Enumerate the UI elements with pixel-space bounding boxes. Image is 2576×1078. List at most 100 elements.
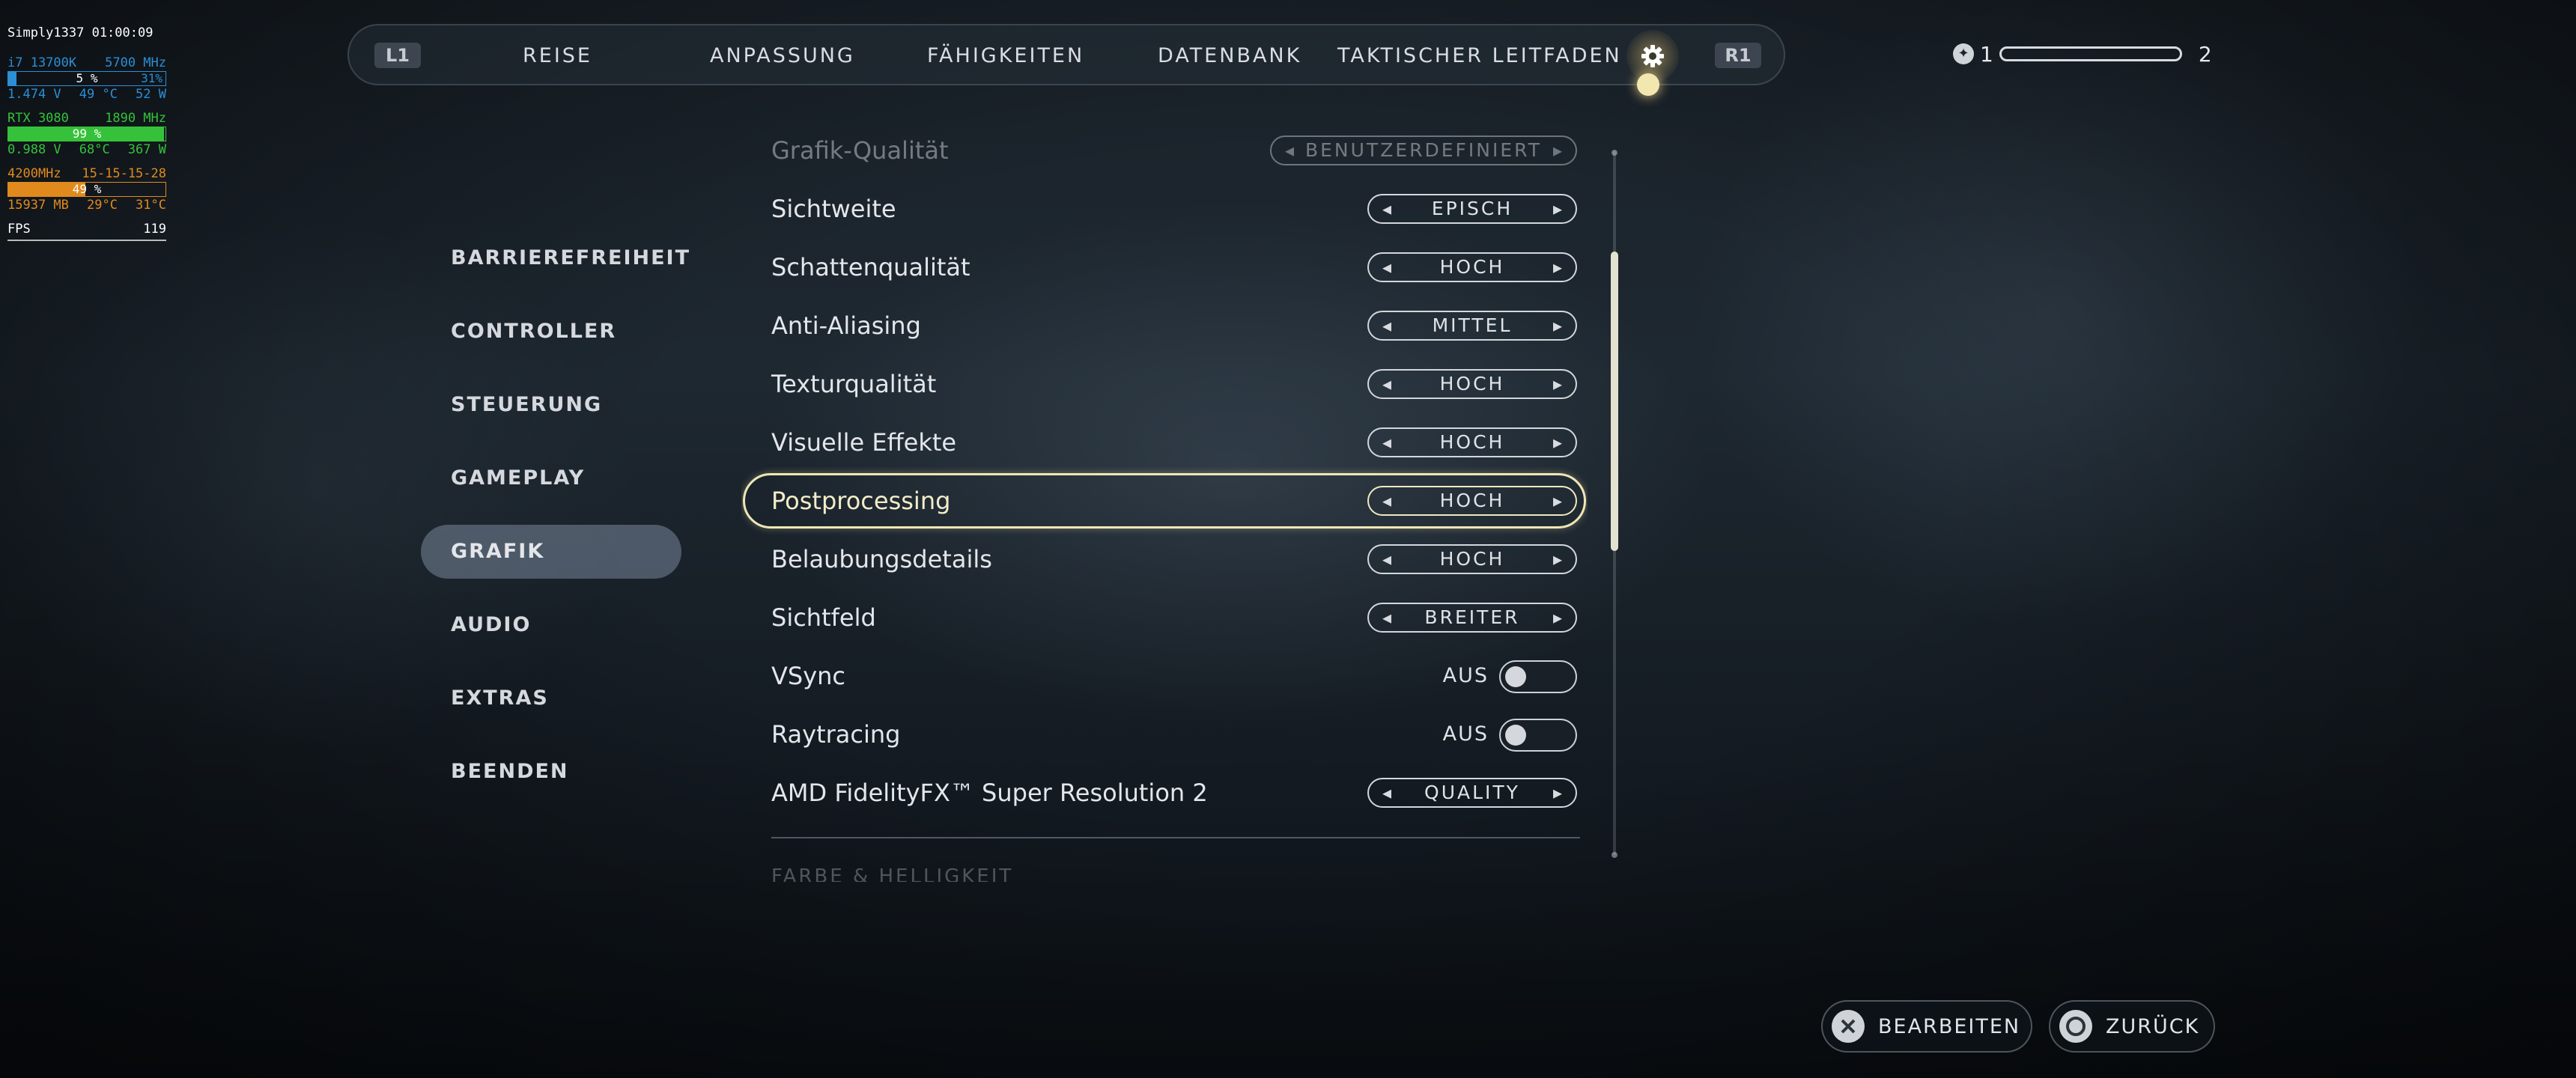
setting-selector[interactable]: ◂ BREITER ▸ xyxy=(1367,603,1577,633)
setting-row-grafik-qualitaet[interactable]: Grafik-Qualität ◂ BENUTZERDEFINIERT ▸ xyxy=(741,126,1588,180)
category-grafik[interactable]: GRAFIK xyxy=(421,525,681,579)
setting-value: HOCH xyxy=(1439,256,1505,278)
arrow-right-icon[interactable]: ▸ xyxy=(1543,546,1573,573)
setting-selector[interactable]: ◂ QUALITY ▸ xyxy=(1367,778,1577,808)
setting-label: Postprocessing xyxy=(771,487,951,515)
setting-row-anti-aliasing[interactable]: Anti-Aliasing ◂ MITTEL ▸ xyxy=(741,296,1588,355)
category-steuerung[interactable]: STEUERUNG xyxy=(421,368,681,442)
tab-taktischer-leitfaden[interactable]: TAKTISCHER LEITFADEN xyxy=(1337,25,1622,87)
setting-row-schattenqualitaet[interactable]: Schattenqualität ◂ HOCH ▸ xyxy=(741,238,1588,296)
edit-button[interactable]: BEARBEITEN xyxy=(1821,1000,2032,1053)
setting-label: VSync xyxy=(771,662,846,690)
arrow-left-icon[interactable]: ◂ xyxy=(1372,429,1402,456)
category-gameplay[interactable]: GAMEPLAY xyxy=(421,442,681,515)
setting-row-belaubungsdetails[interactable]: Belaubungsdetails ◂ HOCH ▸ xyxy=(741,530,1588,588)
hud-fps-row: FPS 119 xyxy=(7,222,166,237)
tab-reise[interactable]: REISE xyxy=(523,25,592,87)
next-section-heading: FARBE & HELLIGKEIT xyxy=(771,865,1014,882)
setting-row-sichtweite[interactable]: Sichtweite ◂ EPISCH ▸ xyxy=(741,180,1588,238)
category-controller[interactable]: CONTROLLER xyxy=(421,295,681,368)
scrollbar-bottom-dot xyxy=(1611,852,1617,858)
setting-row-raytracing[interactable]: Raytracing AUS xyxy=(741,705,1588,764)
arrow-left-icon[interactable]: ◂ xyxy=(1372,487,1402,514)
setting-label: Grafik-Qualität xyxy=(771,136,949,165)
setting-value: MITTEL xyxy=(1432,314,1513,336)
setting-row-texturqualitaet[interactable]: Texturqualität ◂ HOCH ▸ xyxy=(741,355,1588,413)
setting-row-sichtfeld[interactable]: Sichtfeld ◂ BREITER ▸ xyxy=(741,588,1588,647)
vsync-toggle[interactable] xyxy=(1499,660,1577,693)
hud-cpu-power-pct: 31% xyxy=(141,71,162,85)
setting-row-fsr2[interactable]: AMD FidelityFX™ Super Resolution 2 ◂ QUA… xyxy=(741,764,1588,822)
r1-shoulder-button[interactable]: R1 xyxy=(1715,43,1761,68)
hud-ram-size: 15937 MB xyxy=(7,198,69,213)
setting-value: BENUTZERDEFINIERT xyxy=(1304,139,1542,161)
setting-selector[interactable]: ◂ HOCH ▸ xyxy=(1367,486,1577,516)
setting-row-vsync[interactable]: VSync AUS xyxy=(741,647,1588,705)
l1-shoulder-button[interactable]: L1 xyxy=(374,43,421,68)
setting-value: HOCH xyxy=(1439,490,1505,511)
setting-selector[interactable]: ◂ MITTEL ▸ xyxy=(1367,311,1577,341)
hud-gpu-voltage: 0.988 V xyxy=(7,142,61,157)
setting-selector[interactable]: ◂ HOCH ▸ xyxy=(1367,369,1577,399)
setting-value: QUALITY xyxy=(1424,782,1520,803)
tab-faehigkeiten[interactable]: FÄHIGKEITEN xyxy=(927,25,1084,87)
setting-value: EPISCH xyxy=(1431,198,1513,219)
hud-fps-value: 119 xyxy=(143,222,166,237)
arrow-right-icon[interactable]: ▸ xyxy=(1543,312,1573,339)
arrow-left-icon[interactable]: ◂ xyxy=(1372,195,1402,222)
setting-selector[interactable]: ◂ BENUTZERDEFINIERT ▸ xyxy=(1270,135,1577,165)
setting-selector[interactable]: ◂ HOCH ▸ xyxy=(1367,252,1577,282)
tab-datenbank[interactable]: DATENBANK xyxy=(1158,25,1301,87)
arrow-right-icon[interactable]: ▸ xyxy=(1543,254,1573,281)
arrow-right-icon[interactable]: ▸ xyxy=(1543,137,1573,164)
arrow-left-icon[interactable]: ◂ xyxy=(1372,312,1402,339)
hud-ram-speed: 4200MHz xyxy=(7,166,61,181)
arrow-left-icon[interactable]: ◂ xyxy=(1372,254,1402,281)
hud-gpu-clock: 1890 MHz xyxy=(105,111,166,126)
setting-selector[interactable]: ◂ HOCH ▸ xyxy=(1367,544,1577,574)
hud-gpu-temp: 68°C xyxy=(79,142,110,157)
raytracing-toggle[interactable] xyxy=(1499,719,1577,752)
level-next: 2 xyxy=(2198,41,2212,67)
arrow-left-icon[interactable]: ◂ xyxy=(1372,371,1402,398)
arrow-right-icon[interactable]: ▸ xyxy=(1543,429,1573,456)
setting-selector[interactable]: ◂ EPISCH ▸ xyxy=(1367,194,1577,224)
hud-cpu-watts: 52 W xyxy=(136,87,166,102)
arrow-right-icon[interactable]: ▸ xyxy=(1543,371,1573,398)
arrow-right-icon[interactable]: ▸ xyxy=(1543,195,1573,222)
hud-cpu-bar: 5 % 31% xyxy=(7,71,166,86)
setting-row-postprocessing[interactable]: Postprocessing ◂ HOCH ▸ xyxy=(741,472,1588,530)
arrow-right-icon[interactable]: ▸ xyxy=(1543,487,1573,514)
setting-label: Texturqualität xyxy=(771,370,937,398)
tab-anpassung[interactable]: ANPASSUNG xyxy=(710,25,855,87)
edit-label: BEARBEITEN xyxy=(1878,1014,2021,1038)
setting-row-visuelle-effekte[interactable]: Visuelle Effekte ◂ HOCH ▸ xyxy=(741,413,1588,472)
hud-cpu-stats: 1.474 V 49 °C 52 W xyxy=(7,87,166,102)
hud-gpu-name: RTX 3080 xyxy=(7,111,69,126)
category-beenden[interactable]: BEENDEN xyxy=(421,735,681,808)
hud-cpu-voltage: 1.474 V xyxy=(7,87,61,102)
setting-value: HOCH xyxy=(1439,548,1505,570)
setting-value: HOCH xyxy=(1439,431,1505,453)
category-audio[interactable]: AUDIO xyxy=(421,588,681,662)
setting-label: Schattenqualität xyxy=(771,253,970,281)
arrow-left-icon[interactable]: ◂ xyxy=(1372,604,1402,631)
arrow-left-icon[interactable]: ◂ xyxy=(1275,137,1304,164)
category-barrierefreiheit[interactable]: BARRIEREFREIHEIT xyxy=(421,222,689,295)
setting-label: Raytracing xyxy=(771,720,901,749)
scrollbar-top-dot xyxy=(1611,150,1617,156)
settings-category-menu: BARRIEREFREIHEIT CONTROLLER STEUERUNG GA… xyxy=(421,222,689,808)
arrow-left-icon[interactable]: ◂ xyxy=(1372,779,1402,806)
setting-label: Sichtfeld xyxy=(771,603,876,632)
setting-label: Anti-Aliasing xyxy=(771,311,921,340)
arrow-right-icon[interactable]: ▸ xyxy=(1543,604,1573,631)
section-divider xyxy=(771,837,1580,838)
scrollbar-thumb[interactable] xyxy=(1611,252,1618,551)
hud-user-time: Simply1337 01:00:09 xyxy=(7,25,154,40)
arrow-left-icon[interactable]: ◂ xyxy=(1372,546,1402,573)
back-button[interactable]: ZURÜCK xyxy=(2049,1000,2215,1053)
hud-gpu-bar: 99 % xyxy=(7,127,166,141)
setting-selector[interactable]: ◂ HOCH ▸ xyxy=(1367,427,1577,457)
category-extras[interactable]: EXTRAS xyxy=(421,662,681,735)
arrow-right-icon[interactable]: ▸ xyxy=(1543,779,1573,806)
